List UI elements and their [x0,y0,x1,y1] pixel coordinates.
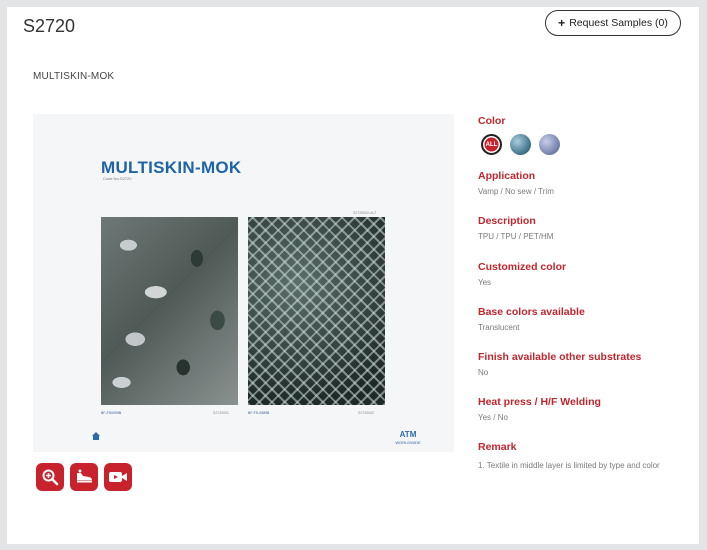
application-value: Vamp / No sew / Trim [478,187,554,196]
finish-label: Finish available other substrates [478,351,642,363]
remark-section: Remark 1. Textile in middle layer is lim… [478,441,678,473]
brand-logo: ATM WORLDWIDE [395,430,421,445]
base-colors-section: Base colors available Translucent [478,306,585,332]
image-actions [36,463,132,491]
request-samples-button[interactable]: + Request Samples (0) [545,10,681,36]
catalog-corner-note: S2720002-ALT [353,211,377,215]
zoom-button[interactable] [36,463,64,491]
finish-section: Finish available other substrates No [478,351,641,377]
color-section: Color [478,115,505,127]
swatch-1-code: BF-FS0099B [101,411,122,415]
color-swatch-lavender[interactable] [539,134,560,155]
swatch-2-ref: S2720002 [358,411,374,415]
home-icon [92,432,100,440]
color-all-swatch[interactable]: ALL [481,134,502,155]
description-section: Description TPU / TPU / PET/HM [478,215,553,241]
base-colors-value: Translucent [478,323,520,332]
swatch-1-ref: S2720001 [213,411,229,415]
svg-text:WORLDWIDE: WORLDWIDE [395,440,421,445]
customized-label: Customized color [478,261,567,273]
camouflage-swatch [101,217,238,405]
svg-text:ATM: ATM [400,430,417,439]
catalog-subtitle: Code No.S2720 [103,176,132,181]
application-label: Application [478,170,536,182]
3d-shoe-icon [77,469,92,483]
finish-value: No [478,368,489,377]
product-name: MULTISKIN-MOK [33,71,115,82]
heat-press-value: Yes / No [478,413,508,422]
catalog-title: MULTISKIN-MOK [101,158,242,177]
customized-section: Customized color Yes [478,261,566,287]
video-icon [109,472,127,482]
catalog-image[interactable]: MULTISKIN-MOK Code No.S2720 S2720002-ALT… [33,114,454,452]
color-label: Color [478,115,506,127]
remark-value: 1. Textile in middle layer is limited by… [478,461,660,470]
3d-shoe-button[interactable] [70,463,98,491]
customized-value: Yes [478,278,492,287]
remark-label: Remark [478,441,517,453]
product-card: S2720 + Request Samples (0) MULTISKIN-MO… [7,7,699,544]
color-all-label: ALL [485,141,498,148]
base-colors-label: Base colors available [478,306,585,318]
description-label: Description [478,215,536,227]
plus-icon: + [558,16,566,30]
heat-press-label: Heat press / H/F Welding [478,396,601,408]
description-value: TPU / TPU / PET/HM [478,232,554,241]
zoom-icon [42,469,59,486]
color-swatch-blue[interactable] [510,134,531,155]
request-samples-label: Request Samples (0) [569,17,668,29]
color-swatches: ALL [481,134,560,155]
heat-press-section: Heat press / H/F Welding Yes / No [478,396,601,422]
swatch-2-code: BF-FS-0089B [248,411,270,415]
application-section: Application Vamp / No sew / Trim [478,170,554,196]
lattice-swatch [248,217,385,405]
video-button[interactable] [104,463,132,491]
product-id-title: S2720 [23,16,76,36]
